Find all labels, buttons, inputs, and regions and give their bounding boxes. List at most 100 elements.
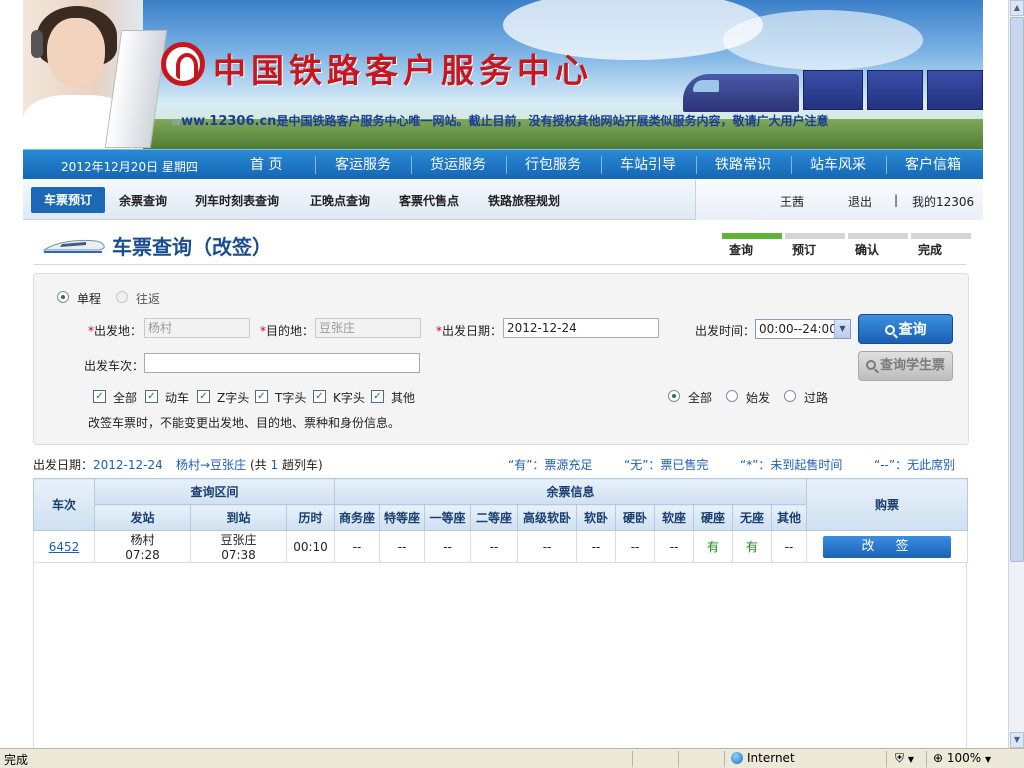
type-all-label: 全部 (113, 391, 138, 405)
chevron-down-icon: ▼ (985, 755, 992, 764)
zone-label: Internet (747, 751, 795, 765)
change-note: 改签车票时，不能变更出发地、目的地、票种和身份信息。 (88, 416, 401, 430)
type-other-checkbox[interactable]: ✓ (371, 390, 384, 403)
step-label-book: 预订 (792, 243, 817, 257)
nav-separator (411, 156, 412, 174)
type-all-checkbox[interactable]: ✓ (93, 390, 106, 403)
shield-icon: ⛨ (895, 751, 905, 765)
to-label: *目的地： (260, 322, 314, 339)
time-label: 出发时间： (695, 324, 756, 338)
nav-item-parcel[interactable]: 行包服务 (525, 156, 581, 174)
user-name: 王茜 (780, 195, 805, 209)
nav-item-railway-knowledge[interactable]: 铁路常识 (715, 156, 771, 174)
count-prefix: (共 (250, 458, 267, 472)
user-panel: 王茜 退出 | 我的12306 (695, 180, 983, 220)
seat-cell: -- (517, 530, 578, 563)
type-t-checkbox[interactable]: ✓ (255, 390, 268, 403)
my-12306-link[interactable]: 我的12306 (912, 193, 974, 210)
site-brand-title: 中国铁路客户服务中心 (213, 51, 593, 90)
from-label-text: 出发地： (94, 324, 143, 338)
nav-item-passenger[interactable]: 客运服务 (335, 156, 391, 174)
search-button[interactable]: 查询 (858, 314, 953, 344)
title-divider (34, 264, 966, 265)
col-duration: 历时 (285, 504, 336, 531)
table-row: 6452 杨村 07:28 豆张庄 07:38 00:10 -- -- -- -- … (33, 530, 969, 563)
subnav-item-journey-plan[interactable]: 铁路旅程规划 (488, 192, 560, 209)
logout-link[interactable]: 退出 (848, 193, 872, 210)
station-origin-label: 始发 (746, 391, 771, 405)
nav-item-station-guide[interactable]: 车站引导 (620, 156, 676, 174)
to-time: 07:38 (221, 548, 256, 562)
result-count: (共 1 趟列车) (250, 456, 323, 473)
notice-url: ww.12306.cn (181, 114, 277, 129)
step-bar-book (785, 233, 845, 239)
zoom-icon: ⊕ (933, 751, 944, 765)
scrollbar-thumb[interactable] (1010, 17, 1024, 562)
railway-logo-icon (161, 42, 205, 86)
chevron-down-icon: ▼ (834, 320, 850, 338)
status-cell (632, 751, 678, 767)
site-banner: 中国铁路客户服务中心 www.12306.cn是中国铁路客户服务中心唯一网站。截… (23, 0, 983, 149)
protected-mode[interactable]: ⛨ ▼ (886, 751, 926, 767)
from-station-input[interactable]: 杨村 (144, 318, 250, 338)
train-image (683, 70, 983, 115)
status-text: 完成 (4, 753, 29, 767)
vertical-scrollbar[interactable]: ▲ ▼ (1008, 0, 1024, 748)
nav-separator (315, 156, 316, 174)
train-number-label: 出发车次： (84, 359, 145, 373)
result-date-label: 出发日期： (33, 458, 94, 472)
current-date: 2012年12月20日 星期四 (61, 160, 198, 174)
nav-separator (791, 156, 792, 174)
scroll-down-icon[interactable]: ▼ (1010, 732, 1024, 748)
subnav-item-agents[interactable]: 客票代售点 (399, 192, 459, 209)
bullet-train-icon (42, 239, 105, 253)
subnav-item-timetable[interactable]: 列车时刻表查询 (195, 192, 279, 209)
student-search-button[interactable]: 查询学生票 (858, 351, 953, 381)
browser-status-bar: 完成 Internet ⛨ ▼ ⊕ 100% ▼ (0, 748, 1024, 768)
type-k-checkbox[interactable]: ✓ (313, 390, 326, 403)
security-zone: Internet (724, 751, 886, 767)
type-z-checkbox[interactable]: ✓ (197, 390, 210, 403)
train-number-input[interactable] (144, 353, 420, 373)
notice-prefix: w (171, 115, 182, 128)
trip-round-radio[interactable] (116, 291, 128, 303)
notice-text: 是中国铁路客户服务中心唯一网站。截止目前，没有授权其他网站开展类似服务内容，敬请… (276, 114, 829, 128)
station-all-radio[interactable] (668, 390, 680, 402)
nav-item-freight[interactable]: 货运服务 (430, 156, 486, 174)
zoom-level: 100% (946, 751, 982, 765)
seat-cell: -- (424, 530, 472, 563)
zoom-control[interactable]: ⊕ 100% ▼ (926, 751, 1008, 767)
change-ticket-button[interactable]: 改 签 (823, 535, 952, 558)
to-cell: 豆张庄 07:38 (190, 530, 287, 563)
results-table: 车次 查询区间 余票信息 购票 发站 到站 历时 商务座 特等座 一等座 二等座… (33, 478, 969, 563)
duration-cell: 00:10 (285, 530, 336, 563)
col-business: 商务座 (334, 504, 381, 531)
station-passing-label: 过路 (804, 391, 829, 405)
nav-item-mailbox[interactable]: 客户信箱 (905, 156, 961, 174)
departure-time-select[interactable]: 00:00--24:00 ▼ (755, 319, 851, 339)
nav-item-home[interactable]: 首 页 (250, 156, 282, 174)
subnav-item-punctuality[interactable]: 正晚点查询 (310, 192, 370, 209)
train-number-link[interactable]: 6452 (49, 540, 80, 554)
station-origin-radio[interactable] (726, 390, 738, 402)
trip-one-way-radio[interactable] (57, 291, 69, 303)
date-label-text: 出发日期： (442, 324, 503, 338)
scroll-up-icon[interactable]: ▲ (1010, 0, 1024, 16)
type-emu-checkbox[interactable]: ✓ (145, 390, 158, 403)
col-train: 车次 (33, 478, 95, 531)
to-station: 豆张庄 (220, 533, 257, 547)
nav-item-station-style[interactable]: 站车风采 (810, 156, 866, 174)
nav-separator (506, 156, 507, 174)
departure-date-input[interactable]: 2012-12-24 (503, 318, 659, 338)
subnav-item-booking[interactable]: 车票预订 (31, 187, 105, 213)
to-label-text: 目的地： (266, 324, 315, 338)
subnav-item-remaining[interactable]: 余票查询 (119, 192, 167, 209)
count-suffix: 趟列车) (281, 458, 323, 472)
seat-cell: -- (379, 530, 426, 563)
col-other: 其他 (771, 504, 808, 531)
to-station-input[interactable]: 豆张庄 (315, 318, 421, 338)
col-to: 到站 (190, 504, 287, 531)
col-second: 二等座 (470, 504, 519, 531)
count-value: 1 (270, 458, 279, 472)
station-passing-radio[interactable] (784, 390, 796, 402)
